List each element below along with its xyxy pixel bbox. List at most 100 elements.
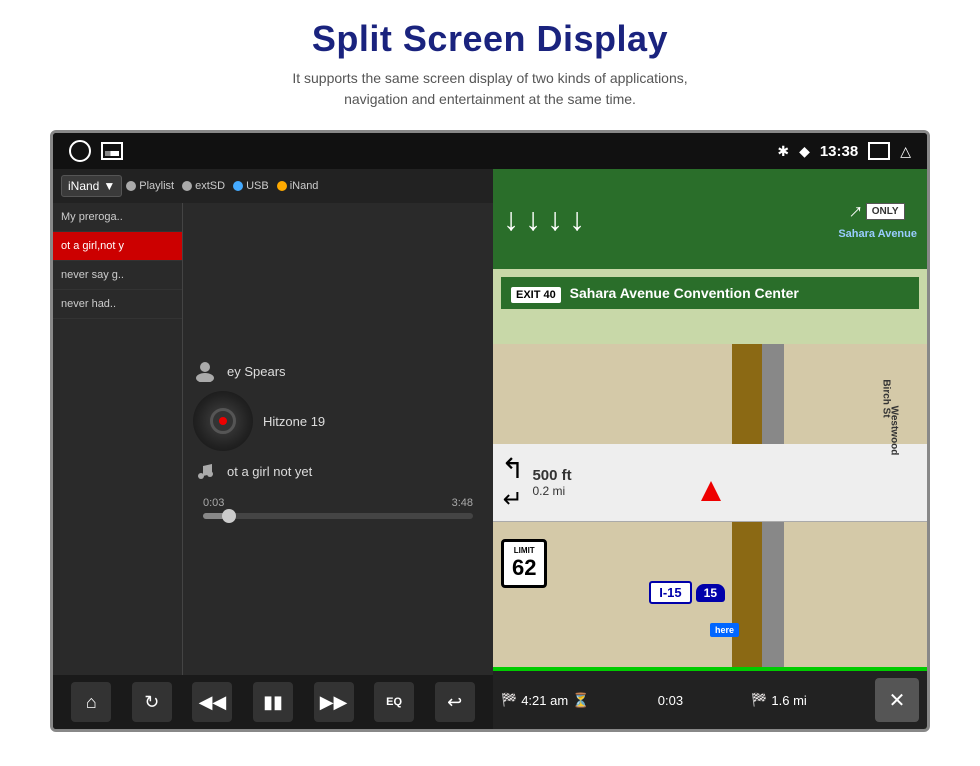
source-tab-usb[interactable]: USB — [233, 180, 269, 192]
source-label: iNand — [68, 179, 99, 193]
playlist-item-3[interactable]: never had.. — [53, 290, 182, 319]
clock-icon: ⏳ — [572, 692, 589, 709]
turn-dist-info: 500 ft 0.2 mi — [532, 467, 571, 498]
radio-dot-extsd — [182, 181, 192, 191]
down-arrow-2: ↓ — [525, 201, 541, 238]
source-tab-extsd-label: extSD — [195, 180, 225, 192]
speed-label: LIMIT — [512, 546, 536, 555]
eta-dur-value: 0:03 — [658, 693, 683, 708]
progress-thumb[interactable] — [222, 509, 236, 523]
flag-end-icon: 🏁 — [751, 692, 767, 708]
down-arrow-1: ↓ — [503, 201, 519, 238]
nav-bottom-bar: 🏁 4:21 am ⏳ 0:03 🏁 1.6 mi ✕ — [493, 671, 927, 729]
map-area: LIMIT 62 here ↰ ↵ 500 ft — [493, 344, 927, 669]
status-left — [69, 140, 123, 162]
page-wrapper: Split Screen Display It supports the sam… — [0, 0, 980, 732]
home-button[interactable]: ⌂ — [71, 682, 111, 722]
pause-button[interactable]: ▮▮ — [253, 682, 293, 722]
playlist-area: My preroga.. ot a girl,not y never say g… — [53, 203, 493, 675]
song-row: ot a girl not yet — [193, 459, 483, 483]
progress-area: 0:03 3:48 — [193, 497, 483, 519]
artist-icon — [193, 359, 217, 383]
source-tab-usb-label: USB — [246, 180, 269, 192]
playlist-item-2[interactable]: never say g.. — [53, 261, 182, 290]
status-bar: ✱ ◆ 13:38 △ — [53, 133, 927, 169]
bluetooth-icon: ✱ — [777, 143, 789, 160]
progress-bar[interactable] — [203, 513, 473, 519]
interstate-shield: 15 — [696, 584, 725, 602]
music-controls: ey Spears Hitzone 19 — [183, 203, 493, 675]
radio-dot-playlist — [126, 181, 136, 191]
music-note-icon — [193, 459, 217, 483]
page-header: Split Screen Display It supports the sam… — [0, 0, 980, 120]
turn-icons: ↰ ↵ — [501, 452, 524, 514]
exit-sign: EXIT 40 Sahara Avenue Convention Center — [501, 277, 919, 309]
highway-sign: ↓ ↓ ↓ ↓ ↑ ONLY Sahara Avenue — [493, 169, 927, 269]
controls-bar: ⌂ ↻ ◀◀ ▮▮ ▶▶ EQ ↩ — [53, 675, 493, 729]
nav-panel: ↓ ↓ ↓ ↓ ↑ ONLY Sahara Avenue — [493, 169, 927, 729]
westwood-label: Westwood — [888, 406, 899, 456]
eta-time: 4:21 am — [521, 693, 568, 708]
eta-distance: 🏁 1.6 mi — [751, 692, 807, 708]
interstate-label: I-15 — [649, 581, 691, 604]
exit-badge: EXIT 40 — [511, 287, 561, 303]
progress-times: 0:03 3:48 — [203, 497, 473, 509]
down-arrow-3: ↓ — [547, 201, 563, 238]
eq-button[interactable]: EQ — [374, 682, 414, 722]
page-subtitle: It supports the same screen display of t… — [0, 68, 980, 110]
artist-name: ey Spears — [227, 364, 286, 379]
track-info: ey Spears Hitzone 19 — [193, 359, 483, 483]
speed-number: 62 — [512, 555, 536, 581]
music-panel: iNand ▼ Playlist extSD — [53, 169, 493, 729]
only-badge: ONLY — [866, 203, 905, 220]
radio-dot-inand — [277, 181, 287, 191]
artist-row: ey Spears — [193, 359, 483, 383]
back-button[interactable]: ↩ — [435, 682, 475, 722]
eta-dist-value: 1.6 mi — [771, 693, 806, 708]
repeat-button[interactable]: ↻ — [132, 682, 172, 722]
playlist-item-0[interactable]: My preroga.. — [53, 203, 182, 232]
page-title: Split Screen Display — [0, 18, 980, 60]
car-arrow — [701, 481, 721, 501]
eta-duration: 0:03 — [658, 693, 683, 708]
radio-dot-usb — [233, 181, 243, 191]
source-tabs: Playlist extSD USB iNand — [126, 180, 318, 192]
turn-left-icon: ↰ — [501, 452, 524, 485]
source-tab-inand[interactable]: iNand — [277, 180, 319, 192]
down-arrow-4: ↓ — [569, 201, 585, 238]
speed-limit-sign: LIMIT 62 — [501, 539, 547, 588]
turn-distance: 500 ft — [532, 467, 571, 484]
source-dropdown[interactable]: iNand ▼ — [61, 175, 122, 197]
circle-icon — [69, 140, 91, 162]
exit-dest: Sahara Avenue Convention Center — [570, 285, 799, 301]
interstate-section: I-15 15 — [649, 581, 725, 604]
album-name: Hitzone 19 — [263, 414, 325, 429]
time-current: 0:03 — [203, 497, 224, 509]
vinyl-disc — [193, 391, 253, 451]
device-frame: ✱ ◆ 13:38 △ iNand ▼ — [50, 130, 930, 732]
source-tab-extsd[interactable]: extSD — [182, 180, 225, 192]
playlist-column: My preroga.. ot a girl,not y never say g… — [53, 203, 183, 675]
nav-close-button[interactable]: ✕ — [875, 678, 919, 722]
source-tab-inand-label: iNand — [290, 180, 319, 192]
source-tab-playlist-label: Playlist — [139, 180, 174, 192]
next-button[interactable]: ▶▶ — [314, 682, 354, 722]
location-icon: ◆ — [799, 143, 810, 160]
source-tab-playlist[interactable]: Playlist — [126, 180, 174, 192]
split-screen: iNand ▼ Playlist extSD — [53, 169, 927, 729]
eta-start: 🏁 4:21 am ⏳ — [501, 692, 590, 709]
image-icon — [101, 142, 123, 160]
playlist-item-1[interactable]: ot a girl,not y — [53, 232, 182, 261]
status-time: 13:38 — [820, 143, 858, 160]
nav-map: ↓ ↓ ↓ ↓ ↑ ONLY Sahara Avenue — [493, 169, 927, 729]
only-section: ↑ ONLY Sahara Avenue — [838, 198, 917, 240]
here-logo: here — [710, 623, 739, 637]
sahara-label: Sahara Avenue — [838, 228, 917, 240]
time-total: 3:48 — [452, 497, 473, 509]
album-row: Hitzone 19 — [193, 391, 483, 451]
prev-button[interactable]: ◀◀ — [192, 682, 232, 722]
source-selector: iNand ▼ Playlist extSD — [53, 169, 493, 203]
highway-arrows: ↓ ↓ ↓ ↓ — [503, 201, 585, 238]
song-name: ot a girl not yet — [227, 464, 312, 479]
turn-fork-icon: ↵ — [503, 485, 523, 514]
